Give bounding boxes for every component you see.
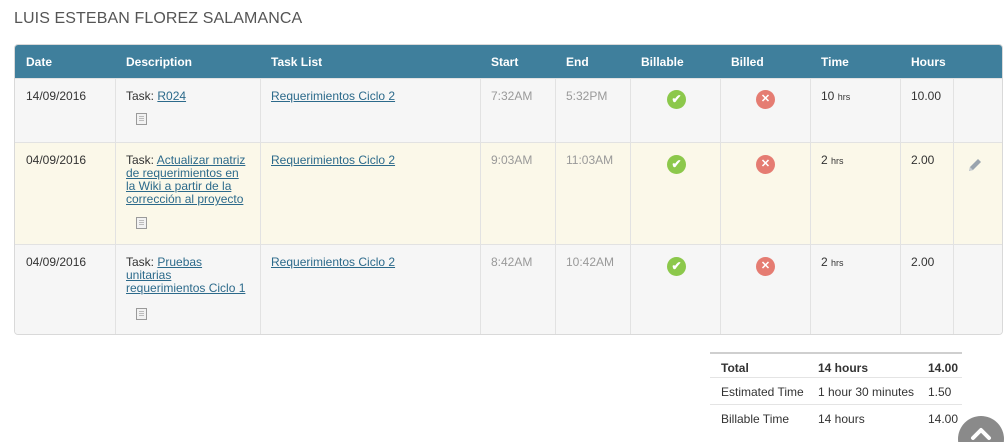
note-icon[interactable]: [136, 217, 147, 229]
note-icon[interactable]: [136, 308, 147, 320]
column-divider: [260, 78, 261, 334]
column-header-hours[interactable]: Hours: [911, 55, 946, 69]
column-divider: [810, 78, 811, 334]
column-divider: [480, 78, 481, 334]
timesheet-table: Date Description Task List Start End Bil…: [14, 44, 1003, 335]
column-header-start[interactable]: Start: [491, 55, 518, 69]
task-link[interactable]: Actualizar matriz: [157, 153, 246, 167]
entry-description: Task: Actualizar matriz de requerimiento…: [126, 154, 256, 206]
task-link[interactable]: de requerimientos en: [126, 166, 239, 180]
summary-billable-value: 14.00: [928, 412, 959, 426]
summary-billable-text: 14 hours: [818, 412, 865, 426]
summary-estimated-label: Estimated Time: [721, 385, 804, 399]
entry-hours: 2.00: [911, 255, 935, 269]
check-icon[interactable]: ✔: [667, 90, 686, 109]
column-header-date[interactable]: Date: [26, 55, 52, 69]
entry-date: 04/09/2016: [26, 153, 87, 167]
column-header-billed[interactable]: Billed: [731, 55, 764, 69]
task-list-link[interactable]: Requerimientos Ciclo 2: [271, 154, 395, 167]
summary-total-value: 14.00: [928, 361, 959, 375]
entry-start: 8:42AM: [491, 255, 533, 269]
table-row: 04/09/2016 Task: Actualizar matriz de re…: [15, 142, 1002, 244]
chevron-up-icon: [971, 428, 991, 440]
entry-end: 11:03AM: [566, 153, 614, 167]
column-divider: [630, 78, 631, 334]
task-link[interactable]: corrección al proyecto: [126, 192, 243, 206]
pencil-icon[interactable]: [967, 157, 983, 173]
summary-billable-row: Billable Time 14 hours 14.00: [710, 404, 962, 431]
entry-time: 2 hrs: [821, 255, 844, 269]
check-icon[interactable]: ✔: [667, 257, 686, 276]
table-row: 14/09/2016 Task: R024 Requerimientos Cic…: [15, 78, 1002, 142]
x-icon[interactable]: ✕: [756, 90, 775, 109]
column-header-description[interactable]: Description: [126, 55, 192, 69]
task-link[interactable]: R024: [157, 89, 186, 103]
column-divider: [115, 78, 116, 334]
task-link[interactable]: unitarias: [126, 268, 171, 282]
entry-date: 14/09/2016: [26, 89, 87, 103]
check-icon[interactable]: ✔: [667, 155, 686, 174]
task-list-link[interactable]: Requerimientos Ciclo 2: [271, 256, 395, 269]
column-divider: [953, 78, 954, 334]
task-prefix: Task:: [126, 255, 155, 269]
column-header-billable[interactable]: Billable: [641, 55, 684, 69]
entry-end: 10:42AM: [566, 255, 615, 269]
summary-total-text: 14 hours: [818, 361, 869, 375]
entry-date: 04/09/2016: [26, 255, 87, 269]
page-title: LUIS ESTEBAN FLOREZ SALAMANCA: [14, 10, 303, 27]
column-header-time[interactable]: Time: [821, 55, 849, 69]
column-divider: [555, 78, 556, 334]
summary-estimated-row: Estimated Time 1 hour 30 minutes 1.50: [710, 377, 962, 404]
entry-hours: 2.00: [911, 153, 935, 167]
entry-description: Task: Pruebas unitarias requerimientos C…: [126, 256, 256, 295]
task-prefix: Task:: [126, 153, 155, 167]
column-divider: [900, 78, 901, 334]
table-row: 04/09/2016 Task: Pruebas unitarias reque…: [15, 244, 1002, 334]
column-header-end[interactable]: End: [566, 55, 589, 69]
entry-time: 2 hrs: [821, 153, 844, 167]
summary-billable-label: Billable Time: [721, 412, 790, 426]
task-prefix: Task:: [126, 89, 155, 103]
column-header-task-list[interactable]: Task List: [271, 55, 322, 69]
summary-estimated-value: 1.50: [928, 385, 952, 399]
entry-description: Task: R024: [126, 90, 256, 103]
entry-time: 10 hrs: [821, 89, 851, 103]
entry-hours: 10.00: [911, 89, 942, 103]
task-link[interactable]: requerimientos Ciclo 1: [126, 281, 245, 295]
x-icon[interactable]: ✕: [756, 257, 775, 276]
summary-total-row: Total 14 hours 14.00: [710, 352, 962, 377]
task-link[interactable]: la Wiki a partir de la: [126, 179, 231, 193]
column-divider: [720, 78, 721, 334]
entry-end: 5:32PM: [566, 89, 608, 103]
summary-total-label: Total: [721, 361, 749, 375]
note-icon[interactable]: [136, 113, 147, 125]
x-icon[interactable]: ✕: [756, 155, 775, 174]
scroll-to-top-button[interactable]: [958, 416, 1004, 442]
summary-estimated-text: 1 hour 30 minutes: [818, 385, 915, 399]
task-link[interactable]: Pruebas: [157, 255, 202, 269]
table-header: Date Description Task List Start End Bil…: [15, 45, 1002, 78]
entry-start: 9:03AM: [491, 153, 533, 167]
task-list-link[interactable]: Requerimientos Ciclo 2: [271, 90, 395, 103]
entry-start: 7:32AM: [491, 89, 533, 103]
